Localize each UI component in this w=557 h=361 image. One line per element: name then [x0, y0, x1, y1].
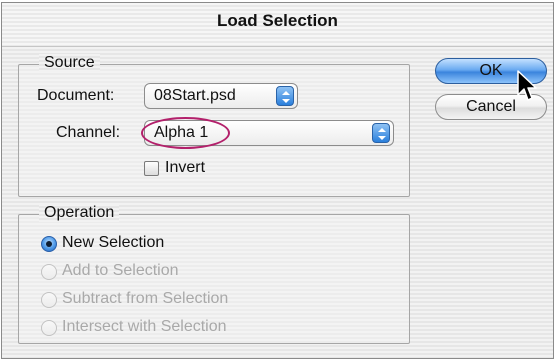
invert-label: Invert: [165, 159, 206, 176]
dialog-title: Load Selection: [217, 11, 338, 30]
subtract-from-selection-label: Subtract from Selection: [62, 290, 229, 307]
invert-checkbox[interactable]: [144, 161, 159, 176]
intersect-with-selection-label: Intersect with Selection: [62, 318, 227, 335]
new-selection-label: New Selection: [62, 234, 165, 251]
pointer-cursor-icon: [517, 70, 537, 101]
operation-group: Operation New Selection Add to Selection…: [18, 204, 410, 344]
updown-arrows-icon: [276, 86, 294, 106]
load-selection-dialog: Load Selection Source Document: 08Start.…: [1, 2, 554, 359]
radio-subtract-from-selection[interactable]: [41, 292, 57, 308]
add-to-selection-label: Add to Selection: [62, 262, 179, 279]
radio-new-selection[interactable]: [41, 236, 57, 252]
source-group: Source Document: 08Start.psd Channel: Al…: [18, 54, 410, 197]
updown-arrows-icon: [372, 123, 390, 143]
channel-label: Channel:: [56, 124, 121, 141]
document-popup[interactable]: 08Start.psd: [144, 83, 298, 109]
document-label: Document:: [37, 87, 115, 104]
channel-highlight-ellipse: [141, 117, 230, 149]
operation-group-label: Operation: [39, 204, 120, 222]
title-bar: Load Selection: [2, 3, 553, 47]
source-group-label: Source: [39, 54, 100, 72]
radio-intersect-with-selection[interactable]: [41, 320, 57, 336]
document-value: 08Start.psd: [154, 87, 236, 104]
radio-add-to-selection[interactable]: [41, 264, 57, 280]
